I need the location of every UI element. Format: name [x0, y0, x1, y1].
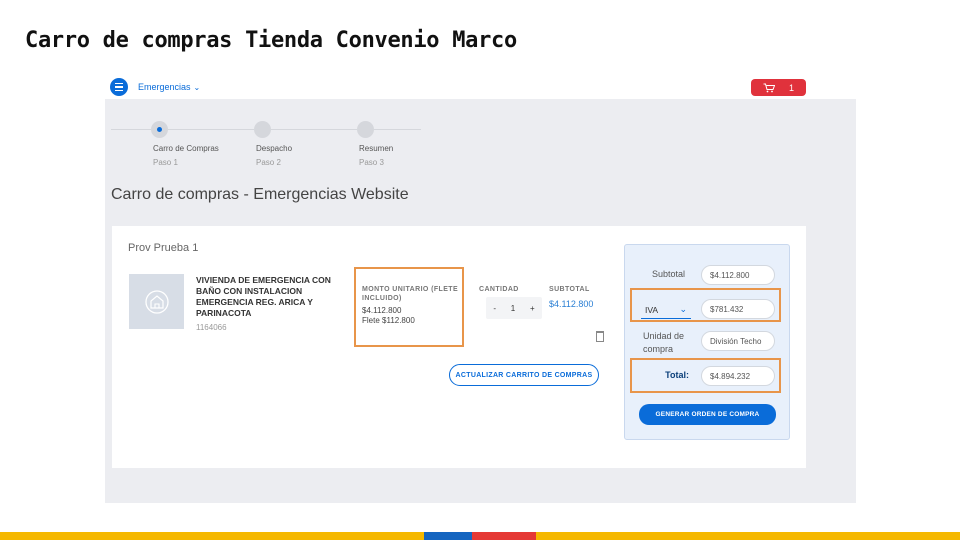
- step-1-name: Carro de Compras: [153, 144, 219, 153]
- product-name[interactable]: VIVIENDA DE EMERGENCIA CON BAÑO CON INST…: [196, 275, 336, 319]
- footer-stripe-blue: [424, 532, 472, 540]
- slide-title: Carro de compras Tienda Convenio Marco: [25, 28, 517, 53]
- step-3-name: Resumen: [359, 144, 394, 153]
- stepper-line: [111, 129, 151, 130]
- increase-button[interactable]: +: [530, 304, 535, 313]
- trash-icon[interactable]: [596, 331, 604, 342]
- product-image: [129, 274, 184, 329]
- tax-option: IVA: [645, 304, 659, 315]
- subtotal-header: SUBTOTAL: [549, 286, 590, 293]
- quantity-header: CANTIDAD: [479, 286, 519, 293]
- step-2-sub: Paso 2: [256, 158, 281, 167]
- tax-select[interactable]: IVA ⌄: [641, 301, 691, 319]
- hamburger-menu-icon[interactable]: [110, 78, 128, 96]
- step-1-indicator[interactable]: [151, 121, 168, 138]
- purchase-unit-label: Unidad de compra: [643, 331, 685, 354]
- checkout-panel: Carro de Compras Paso 1 Despacho Paso 2 …: [105, 99, 856, 503]
- chevron-down-icon: ⌄: [679, 304, 687, 314]
- freight-value: Flete $112.800: [362, 316, 415, 326]
- cart-count: 1: [788, 82, 794, 93]
- stepper-line: [374, 129, 421, 130]
- quantity-stepper[interactable]: - 1 +: [486, 297, 542, 319]
- category-label: Emergencias: [138, 82, 191, 92]
- stepper-line: [168, 129, 254, 130]
- step-2-indicator[interactable]: [254, 121, 271, 138]
- summary-subtotal-label: Subtotal: [651, 269, 685, 279]
- order-summary: Subtotal $4.112.800 IVA ⌄ $781.432 Unida…: [624, 244, 790, 440]
- step-3-sub: Paso 3: [359, 158, 384, 167]
- chevron-down-icon: ⌄: [193, 83, 201, 92]
- product-code: 1164066: [196, 323, 227, 332]
- provider-name: Prov Prueba 1: [128, 242, 199, 254]
- cart-button[interactable]: 1: [751, 79, 806, 96]
- category-selector[interactable]: Emergencias ⌄: [138, 82, 200, 92]
- stepper-line: [271, 129, 357, 130]
- footer-stripe-yellow: [0, 532, 424, 540]
- house-icon: [144, 289, 169, 314]
- unit-price-header: MONTO UNITARIO (FLETE INCLUIDO): [362, 286, 459, 302]
- total-label: Total:: [665, 370, 689, 380]
- step-1-sub: Paso 1: [153, 158, 178, 167]
- step-2-name: Despacho: [256, 144, 293, 153]
- purchase-unit-field[interactable]: División Techo: [701, 331, 775, 351]
- unit-price-value: $4.112.800: [362, 306, 402, 315]
- update-cart-button[interactable]: ACTUALIZAR CARRITO DE COMPRAS: [449, 364, 599, 386]
- quantity-value[interactable]: 1: [511, 304, 515, 313]
- summary-tax-field: $781.432: [701, 299, 775, 319]
- step-3-indicator[interactable]: [357, 121, 374, 138]
- total-field: $4.894.232: [701, 366, 775, 386]
- page-heading: Carro de compras - Emergencias Website: [111, 186, 409, 203]
- generate-order-button[interactable]: GENERAR ORDEN DE COMPRA: [639, 404, 776, 425]
- footer-stripe-red: [472, 532, 536, 540]
- footer-stripe-yellow: [536, 532, 960, 540]
- decrease-button[interactable]: -: [493, 304, 496, 313]
- cart-icon: [763, 83, 775, 92]
- summary-subtotal-field: $4.112.800: [701, 265, 775, 285]
- item-subtotal: $4.112.800: [549, 299, 594, 309]
- unit-price-block: $4.112.800 Flete $112.800: [362, 306, 415, 327]
